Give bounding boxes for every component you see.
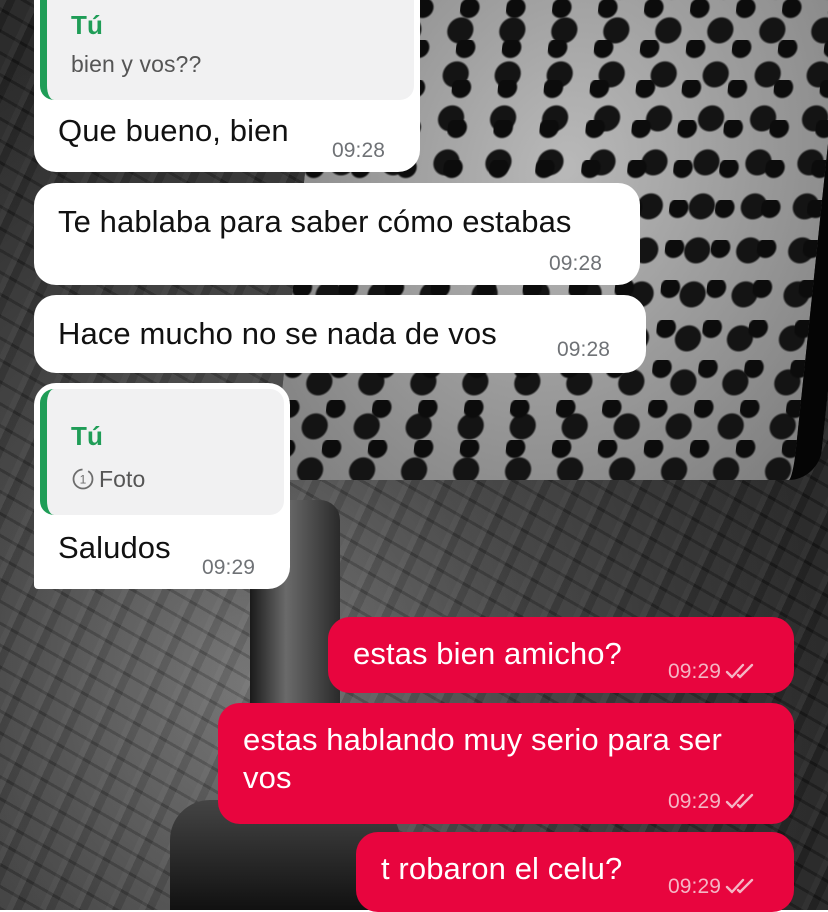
double-check-icon (725, 878, 754, 894)
message-status-row: 09:29 (668, 874, 755, 900)
quoted-reply[interactable]: Tú bien y vos?? (40, 0, 414, 100)
message-bubble-outgoing[interactable]: estas hablando muy serio para ser vos 09… (218, 703, 794, 824)
message-time: 09:29 (202, 556, 256, 579)
message-status-row: 09:29 (668, 659, 755, 685)
message-time: 09:29 (668, 660, 722, 683)
message-time: 09:29 (668, 875, 722, 898)
message-bubble-incoming[interactable]: Hace mucho no se nada de vos 09:28 (34, 295, 646, 373)
message-time: 09:29 (668, 790, 722, 813)
message-text: Que bueno, bien (58, 113, 289, 148)
message-text: estas bien amicho? (353, 636, 622, 671)
message-status-row: 09:29 (668, 789, 755, 815)
quote-author: Tú (71, 10, 103, 40)
view-once-icon: 1 (72, 468, 94, 490)
message-time: 09:28 (332, 139, 386, 162)
message-text: Hace mucho no se nada de vos (58, 316, 497, 351)
message-text: estas hablando muy serio para ser vos (243, 722, 722, 795)
message-bubble-incoming[interactable]: Tú 1 Foto Saludos 09:29 (34, 383, 290, 589)
quote-author: Tú (71, 421, 103, 451)
quote-text: Foto (99, 466, 146, 492)
svg-text:1: 1 (80, 473, 87, 487)
message-bubble-incoming[interactable]: Te hablaba para saber cómo estabas 09:28 (34, 183, 640, 285)
message-bubble-outgoing[interactable]: t robaron el celu? 09:29 (356, 832, 794, 912)
message-bubble-incoming[interactable]: Tú bien y vos?? Que bueno, bien 09:28 (34, 0, 420, 172)
message-bubble-outgoing[interactable]: estas bien amicho? 09:29 (328, 617, 794, 693)
message-text: Saludos (58, 530, 171, 565)
quoted-reply[interactable]: Tú 1 Foto (40, 389, 284, 515)
message-text: Te hablaba para saber cómo estabas (58, 204, 572, 239)
message-time: 09:28 (557, 338, 611, 361)
double-check-icon (725, 663, 754, 679)
message-text: t robaron el celu? (381, 851, 623, 886)
message-time: 09:28 (549, 252, 603, 275)
quote-text-row: 1 Foto (71, 465, 145, 493)
double-check-icon (725, 793, 754, 809)
quote-text: bien y vos?? (71, 51, 202, 77)
